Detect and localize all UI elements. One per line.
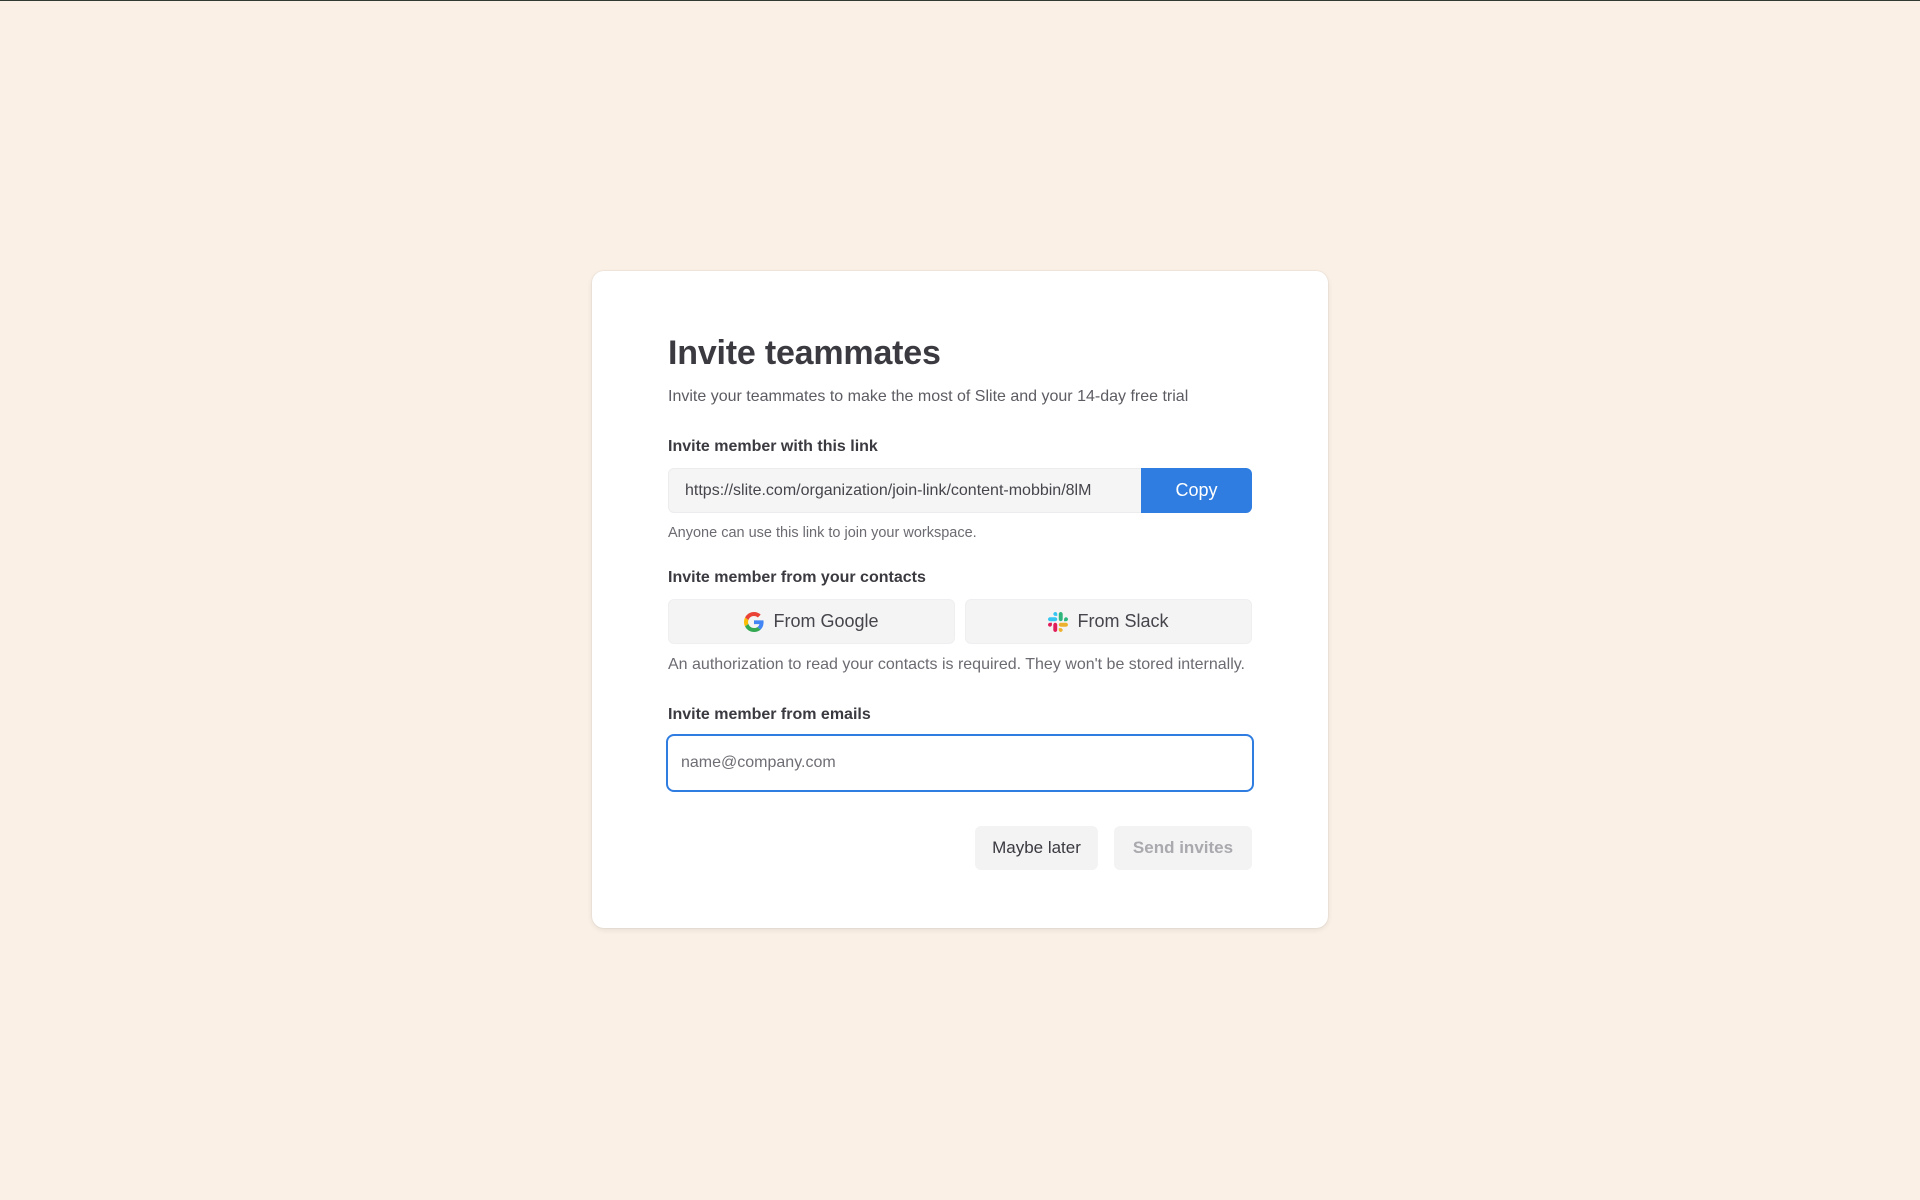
- invite-teammates-dialog: Invite teammates Invite your teammates t…: [592, 271, 1328, 928]
- copy-link-button[interactable]: Copy: [1141, 468, 1252, 513]
- dialog-actions: Maybe later Send invites: [668, 826, 1252, 870]
- invite-link-label: Invite member with this link: [668, 438, 878, 455]
- window-top-border: [0, 0, 1920, 1]
- google-icon: [744, 611, 765, 632]
- send-invites-button[interactable]: Send invites: [1114, 826, 1252, 870]
- invite-link-helper: Anyone can use this link to join your wo…: [668, 525, 977, 541]
- contacts-label: Invite member from your contacts: [668, 569, 926, 586]
- slack-icon: [1048, 611, 1069, 632]
- invite-link-field[interactable]: https://slite.com/organization/join-link…: [668, 468, 1141, 513]
- invite-link-row: https://slite.com/organization/join-link…: [668, 468, 1252, 513]
- contacts-row: From Google From Slack: [668, 599, 1252, 644]
- dialog-subtitle: Invite your teammates to make the most o…: [668, 388, 1189, 405]
- dialog-title: Invite teammates: [668, 334, 941, 372]
- from-google-button[interactable]: From Google: [668, 599, 955, 644]
- email-input[interactable]: [666, 734, 1254, 792]
- emails-label: Invite member from emails: [668, 706, 871, 723]
- from-google-label: From Google: [773, 611, 879, 631]
- maybe-later-button[interactable]: Maybe later: [975, 826, 1098, 870]
- from-slack-button[interactable]: From Slack: [965, 599, 1252, 644]
- from-slack-label: From Slack: [1077, 611, 1169, 631]
- contacts-helper: An authorization to read your contacts i…: [668, 656, 1245, 673]
